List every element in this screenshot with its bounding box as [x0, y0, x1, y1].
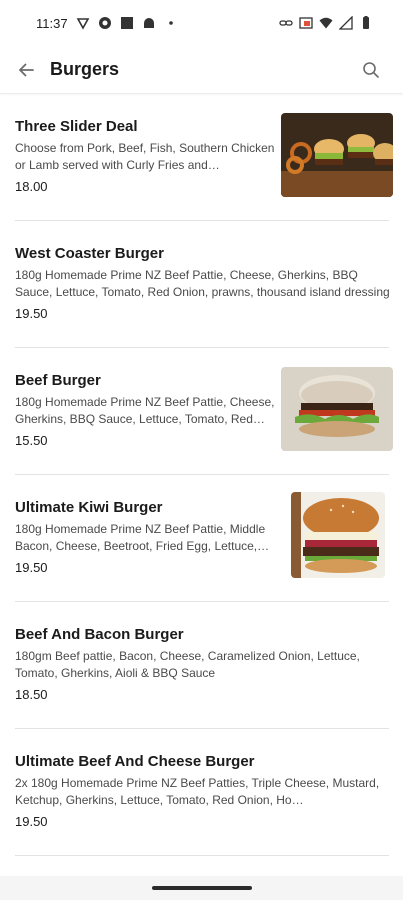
menu-item-text: Ultimate Beef And Cheese Burger 2x 180g … — [15, 753, 391, 829]
menu-item[interactable]: Three Slider Deal Choose from Pork, Beef… — [15, 94, 393, 221]
menu-item-text: Beef Burger 180g Homemade Prime NZ Beef … — [15, 372, 277, 448]
sync-icon — [98, 16, 112, 30]
menu-list: Three Slider Deal Choose from Pork, Beef… — [0, 94, 403, 856]
menu-item[interactable]: West Coaster Burger 180g Homemade Prime … — [15, 221, 391, 348]
status-right — [279, 16, 373, 30]
menu-item-description: Choose from Pork, Beef, Fish, Southern C… — [15, 141, 275, 172]
menu-item-name: Three Slider Deal — [15, 118, 138, 135]
menu-item-name: Beef And Bacon Burger — [15, 626, 184, 643]
menu-item-text: Ultimate Kiwi Burger 180g Homemade Prime… — [15, 499, 277, 575]
menu-item[interactable]: Beef And Bacon Burger 180gm Beef pattie,… — [15, 602, 389, 729]
wifi-icon — [319, 16, 333, 30]
navigation-bar — [0, 876, 403, 900]
back-button[interactable] — [6, 50, 46, 90]
page-title: Burgers — [50, 59, 120, 79]
menu-item-price: 15.50 — [15, 433, 48, 448]
menu-item[interactable]: Ultimate Beef And Cheese Burger 2x 180g … — [15, 729, 389, 856]
menu-item-name: Ultimate Beef And Cheese Burger — [15, 753, 255, 770]
status-bar: 11:37 — [0, 0, 403, 46]
menu-item-description: 2x 180g Homemade Prime NZ Beef Patties, … — [15, 776, 380, 807]
app-bar: Burgers — [0, 46, 403, 94]
back-arrow-icon — [19, 63, 34, 76]
menu-item-description: 180g Homemade Prime NZ Beef Pattie, Chee… — [15, 395, 275, 426]
menu-item-name: West Coaster Burger — [15, 245, 164, 262]
dot-icon — [164, 16, 178, 30]
search-button[interactable] — [355, 54, 387, 86]
slider-burgers-photo[interactable] — [281, 113, 393, 197]
menu-item-description: 180g Homemade Prime NZ Beef Pattie, Midd… — [15, 522, 266, 553]
menu-item-description: 180g Homemade Prime NZ Beef Pattie, Chee… — [15, 268, 390, 299]
cast-icon — [299, 16, 313, 30]
android-icon — [142, 16, 156, 30]
menu-item[interactable]: Ultimate Kiwi Burger 180g Homemade Prime… — [15, 475, 389, 602]
vpn-icon — [76, 16, 90, 30]
menu-item-text: Three Slider Deal Choose from Pork, Beef… — [15, 118, 277, 194]
menu-item-description: 180gm Beef pattie, Bacon, Cheese, Carame… — [15, 649, 360, 680]
menu-item-price: 19.50 — [15, 306, 48, 321]
app-square-icon — [120, 16, 134, 30]
signal-icon — [339, 16, 353, 30]
menu-item-price: 18.00 — [15, 179, 48, 194]
status-left: 11:37 — [36, 16, 178, 31]
menu-item[interactable]: Beef Burger 180g Homemade Prime NZ Beef … — [15, 348, 393, 475]
menu-item-text: Beef And Bacon Burger 180gm Beef pattie,… — [15, 626, 391, 702]
kiwi-burger-photo[interactable] — [291, 492, 385, 578]
menu-item-price: 19.50 — [15, 814, 48, 829]
menu-item-name: Beef Burger — [15, 372, 101, 389]
search-icon — [363, 61, 379, 78]
link-icon — [279, 16, 293, 30]
battery-icon — [359, 16, 373, 30]
beef-burger-photo[interactable] — [281, 367, 393, 451]
menu-item-price: 18.50 — [15, 687, 48, 702]
menu-item-price: 19.50 — [15, 560, 48, 575]
status-time: 11:37 — [36, 15, 68, 31]
menu-item-text: West Coaster Burger 180g Homemade Prime … — [15, 245, 391, 321]
menu-item-name: Ultimate Kiwi Burger — [15, 499, 163, 516]
home-indicator[interactable] — [152, 886, 252, 890]
